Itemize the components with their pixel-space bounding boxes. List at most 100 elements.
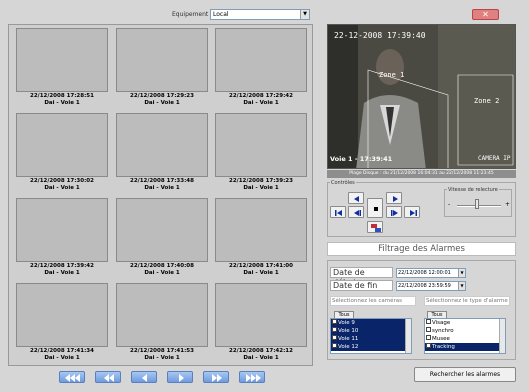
thumbnail-image[interactable] [16, 198, 108, 262]
scrollbar[interactable] [405, 319, 411, 353]
thumbnail-channel: Dai - Voie 1 [44, 100, 80, 106]
rewind-icon [104, 374, 114, 382]
alarm-type-name: Musee [432, 336, 450, 342]
camera-name: Voie 11 [338, 336, 359, 342]
scrollbar[interactable] [499, 319, 505, 353]
playback-speed-group: Vitesse de relecture - + [444, 187, 512, 217]
play-backward-button[interactable] [348, 206, 364, 218]
thumbnail-tile[interactable]: 22/12/2008 17:39:23 Dai - Voie 1 [215, 113, 307, 191]
list-item[interactable]: Tracking [425, 343, 505, 351]
checkbox[interactable] [332, 319, 337, 324]
thumbnail-image[interactable] [215, 113, 307, 177]
thumbnail-time: 22/12/2008 17:28:51 [30, 93, 94, 99]
checkbox[interactable] [426, 335, 431, 340]
go-end-button[interactable] [404, 206, 420, 218]
rewind-button[interactable] [95, 371, 121, 383]
thumbnail-tile[interactable]: 22/12/2008 17:29:42 Dai - Voie 1 [215, 28, 307, 106]
play-icon [391, 210, 398, 216]
thumbnail-time: 22/12/2008 17:33:48 [130, 178, 194, 184]
stop-button[interactable] [367, 198, 383, 218]
controls-title: Contrôles [330, 180, 356, 186]
thumbnail-time: 22/12/2008 17:41:34 [30, 348, 94, 354]
start-date-label: Date de début [330, 267, 393, 287]
thumbnail-channel: Dai - Voie 1 [243, 185, 279, 191]
thumbnail-tile[interactable]: 22/12/2008 17:41:53 Dai - Voie 1 [116, 283, 208, 361]
thumbnail-tile[interactable]: 22/12/2008 17:29:23 Dai - Voie 1 [116, 28, 208, 106]
thumbnail-tile[interactable]: 22/12/2008 17:42:12 Dai - Voie 1 [215, 283, 307, 361]
list-item[interactable]: synchro [425, 327, 505, 335]
thumbnail-time: 22/12/2008 17:29:42 [229, 93, 293, 99]
checkbox[interactable] [332, 343, 337, 348]
thumbnail-tile[interactable]: 22/12/2008 17:39:42 Dai - Voie 1 [16, 198, 108, 276]
arrow-right-icon [179, 374, 184, 382]
video-player[interactable]: 22-12-2008 17:39:40 Zone 1 Zone 2 Voie 1… [327, 24, 516, 169]
chevron-down-icon[interactable]: ▼ [458, 269, 465, 277]
thumbnail-image[interactable] [16, 283, 108, 347]
checkbox[interactable] [426, 319, 431, 324]
thumbnail-channel: Dai - Voie 1 [44, 355, 80, 361]
step-back-button[interactable] [348, 192, 364, 204]
thumbnail-tile[interactable]: 22/12/2008 17:41:34 Dai - Voie 1 [16, 283, 108, 361]
thumbnail-image[interactable] [16, 28, 108, 92]
zone-1-label: Zone 1 [379, 71, 405, 79]
checkbox[interactable] [426, 343, 431, 348]
thumbnail-image[interactable] [215, 28, 307, 92]
go-start-button[interactable] [330, 206, 346, 218]
alarm-type-name: Tracking [432, 344, 455, 350]
next-button[interactable] [167, 371, 193, 383]
forward-icon [212, 374, 222, 382]
list-item[interactable]: Voie 10 [331, 327, 411, 335]
start-date-field[interactable]: 22/12/2008 12:00:01 ▼ [396, 268, 466, 278]
thumbnail-image[interactable] [116, 28, 208, 92]
thumbnail-image[interactable] [116, 198, 208, 262]
speed-slider[interactable] [457, 205, 501, 207]
thumbnail-image[interactable] [215, 283, 307, 347]
thumbnail-image[interactable] [16, 113, 108, 177]
thumbnail-tile[interactable]: 22/12/2008 17:41:00 Dai - Voie 1 [215, 198, 307, 276]
last-page-button[interactable] [239, 371, 265, 383]
checkbox[interactable] [332, 327, 337, 332]
play-forward-button[interactable] [386, 206, 402, 218]
thumbnail-tile[interactable]: 22/12/2008 17:28:51 Dai - Voie 1 [16, 28, 108, 106]
thumbnail-tile[interactable]: 22/12/2008 17:30:02 Dai - Voie 1 [16, 113, 108, 191]
thumbnail-time: 22/12/2008 17:40:08 [130, 263, 194, 269]
thumbnail-image[interactable] [116, 113, 208, 177]
forward-button[interactable] [203, 371, 229, 383]
play-back-icon [354, 210, 361, 216]
alarm-types-list[interactable]: Visage synchro Musee Tracking [424, 318, 506, 354]
list-item[interactable]: Voie 11 [331, 335, 411, 343]
thumbnail-channel: Dai - Voie 1 [243, 100, 279, 106]
cameras-list[interactable]: Voie 9 Voie 10 Voie 11 Voie 12 [330, 318, 412, 354]
thumbnail-channel: Dai - Voie 1 [144, 355, 180, 361]
search-alarms-button[interactable]: Rechercher les alarmes [414, 367, 516, 382]
previous-button[interactable] [131, 371, 157, 383]
thumbnail-time: 22/12/2008 17:29:23 [130, 93, 194, 99]
chevron-down-icon[interactable]: ▼ [300, 10, 309, 19]
thumbnail-time: 22/12/2008 17:30:02 [30, 178, 94, 184]
end-date-field[interactable]: 22/12/2008 23:59:59 ▼ [396, 281, 466, 291]
forward-fast-icon [246, 374, 261, 382]
thumbnail-image[interactable] [215, 198, 307, 262]
skip-forward-icon [410, 210, 417, 216]
checkbox[interactable] [332, 335, 337, 340]
speed-slider-handle[interactable] [475, 199, 479, 209]
checkbox[interactable] [426, 327, 431, 332]
list-item[interactable]: Musee [425, 335, 505, 343]
camera-name: Voie 12 [338, 344, 359, 350]
close-button[interactable]: ✕ [472, 9, 499, 20]
step-forward-button[interactable] [386, 192, 402, 204]
first-page-button[interactable] [59, 371, 85, 383]
chevron-down-icon[interactable]: ▼ [458, 282, 465, 290]
list-item[interactable]: Voie 9 [331, 319, 411, 327]
list-item[interactable]: Voie 12 [331, 343, 411, 351]
thumbnail-channel: Dai - Voie 1 [144, 185, 180, 191]
stop-icon [374, 207, 378, 211]
list-item[interactable]: Visage [425, 319, 505, 327]
equipment-select[interactable]: Local ▼ [210, 9, 310, 20]
export-button[interactable] [367, 221, 383, 233]
thumbnail-tile[interactable]: 22/12/2008 17:33:48 Dai - Voie 1 [116, 113, 208, 191]
thumbnail-tile[interactable]: 22/12/2008 17:40:08 Dai - Voie 1 [116, 198, 208, 276]
end-date-label: Date de fin [330, 280, 393, 291]
rewind-fast-icon [65, 374, 80, 382]
thumbnail-image[interactable] [116, 283, 208, 347]
